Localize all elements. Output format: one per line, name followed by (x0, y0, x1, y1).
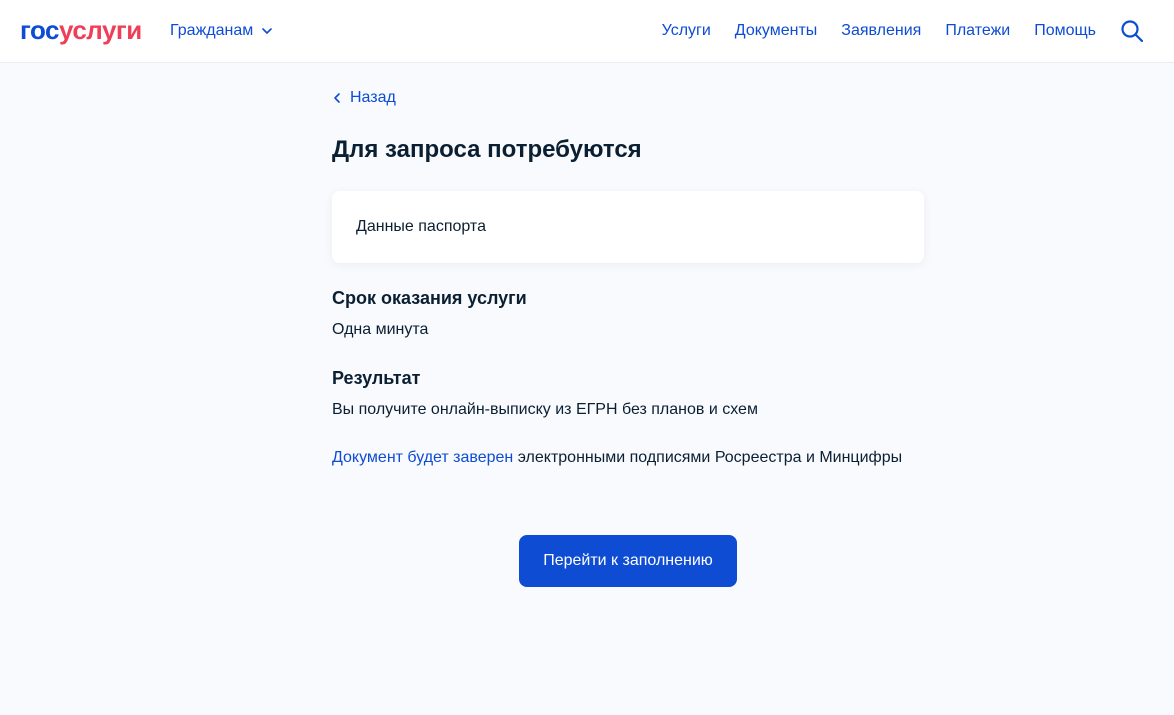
audience-label: Гражданам (170, 22, 254, 39)
chevron-down-icon (262, 28, 273, 34)
nav-services[interactable]: Услуги (662, 21, 711, 41)
back-link[interactable]: Назад (332, 88, 396, 108)
required-documents-card: Данные паспорта (332, 191, 924, 263)
logo-part-uslugi: услуги (59, 15, 142, 45)
nav-payments[interactable]: Платежи (945, 21, 1010, 41)
term-value: Одна минута (332, 321, 429, 338)
result-heading: Результат (332, 368, 421, 388)
page-title: Для запроса потребуются (332, 136, 642, 163)
top-header: госуслуги Гражданам Услуги Документы Зая… (0, 0, 1174, 63)
back-label: Назад (350, 89, 396, 106)
result-text: Вы получите онлайн-выписку из ЕГРН без п… (332, 401, 758, 418)
term-heading: Срок оказания услуги (332, 288, 527, 308)
logo-part-gos: гос (20, 15, 60, 45)
gosuslugi-logo[interactable]: госуслуги (20, 14, 142, 46)
main-nav: Услуги Документы Заявления Платежи Помощ… (662, 21, 1096, 41)
nav-help[interactable]: Помощь (1034, 21, 1096, 41)
search-icon[interactable] (1120, 19, 1144, 43)
signature-info-link[interactable]: Документ будет заверен (332, 449, 513, 466)
nav-applications[interactable]: Заявления (841, 21, 921, 41)
nav-documents[interactable]: Документы (735, 21, 817, 41)
signature-text: электронными подписями Росреестра и Минц… (513, 449, 903, 466)
signature-note: Документ будет заверен электронными подп… (332, 448, 902, 468)
passport-data-item: Данные паспорта (356, 218, 486, 235)
chevron-left-icon (334, 93, 340, 103)
start-filling-button[interactable]: Перейти к заполнению (519, 535, 737, 587)
audience-dropdown[interactable]: Гражданам (170, 21, 273, 41)
